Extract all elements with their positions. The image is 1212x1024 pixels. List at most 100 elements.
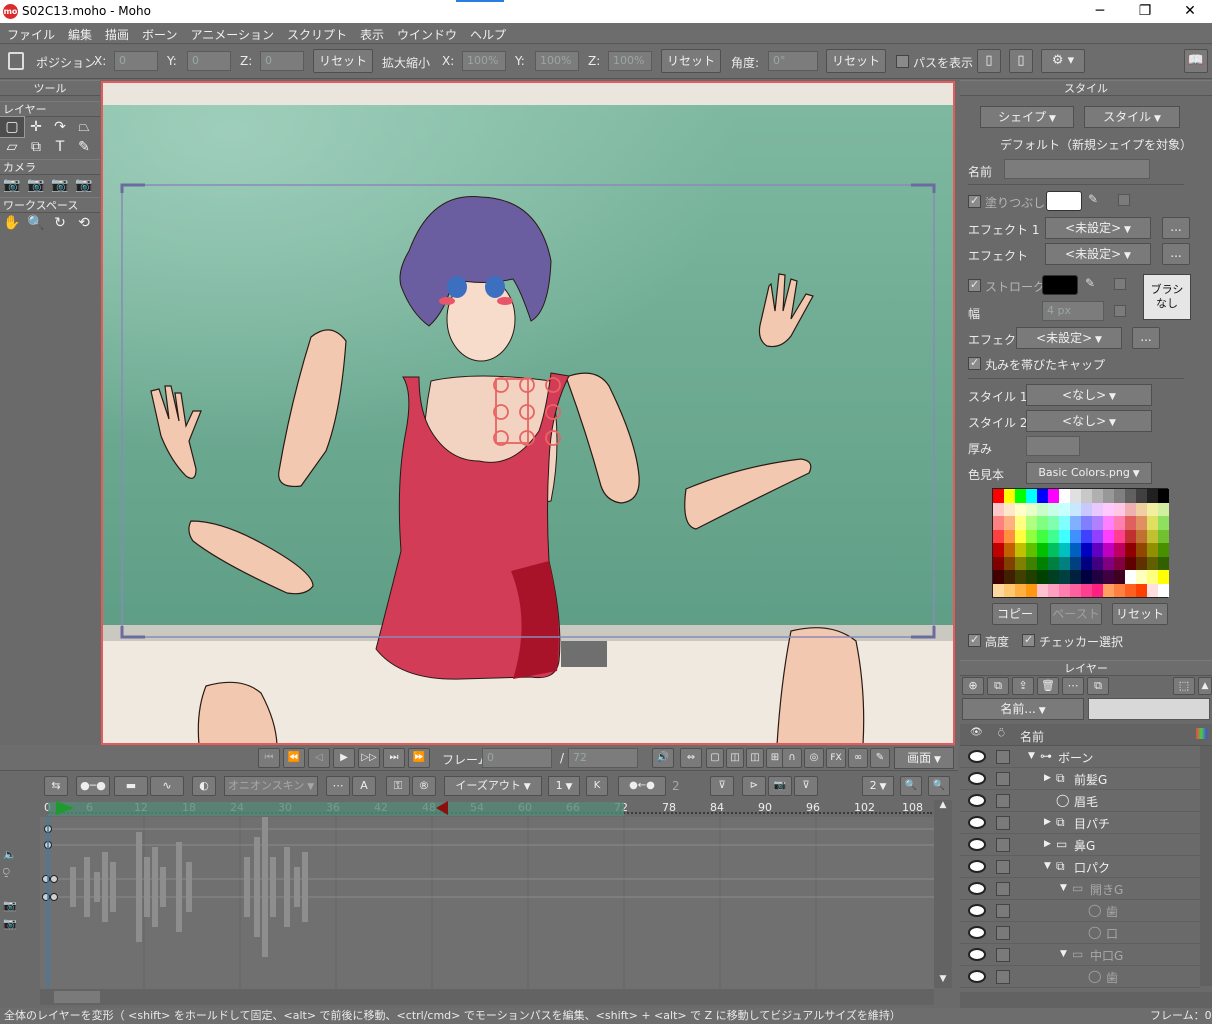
layer-settings-icon[interactable]: ⧉	[1087, 677, 1109, 695]
total-frames-field[interactable]: 72	[568, 748, 638, 768]
palette-swatch[interactable]	[1059, 570, 1070, 584]
sequencer-icon[interactable]: ▬	[114, 776, 148, 796]
split-view-icon[interactable]: ◫	[726, 748, 744, 768]
palette-swatch[interactable]	[1037, 583, 1048, 597]
motion-graph-icon[interactable]: ∿	[150, 776, 184, 796]
palette-swatch[interactable]	[1004, 529, 1015, 543]
layer-select-checkbox[interactable]	[996, 838, 1010, 852]
brush-button[interactable]: ブラシ なし	[1143, 274, 1191, 320]
import-layer-icon[interactable]: ⇪	[1012, 677, 1034, 695]
onion-toggle-icon[interactable]: ◐	[192, 776, 216, 796]
eye-icon[interactable]	[968, 794, 986, 807]
layer-row[interactable]: ▼ ⊶ ボーン	[960, 746, 1200, 768]
eye-icon[interactable]	[968, 970, 986, 983]
palette-swatch[interactable]	[1037, 516, 1048, 530]
flip-vertical-icon[interactable]: ▯	[1009, 49, 1033, 73]
layer-search-dropdown[interactable]: 名前...	[962, 698, 1084, 720]
palette-swatch[interactable]	[1136, 502, 1147, 516]
rotate-layer-tool-icon[interactable]: ↷	[48, 117, 72, 137]
stroke-extra-swatch[interactable]	[1114, 278, 1126, 290]
shear-layer-tool-icon[interactable]: ⏢	[72, 117, 96, 137]
layer-select-checkbox[interactable]	[996, 794, 1010, 808]
palette-swatch[interactable]	[993, 543, 1004, 557]
width-extra-swatch[interactable]	[1114, 305, 1126, 317]
palette-swatch[interactable]	[1147, 529, 1158, 543]
palette-swatch[interactable]	[1125, 570, 1136, 584]
color-palette[interactable]	[992, 488, 1169, 598]
go-end-icon[interactable]: ⏩	[408, 748, 430, 768]
timeline-hscroll-thumb[interactable]	[54, 991, 100, 1003]
palette-swatch[interactable]	[1125, 543, 1136, 557]
palette-swatch[interactable]	[1048, 529, 1059, 543]
palette-swatch[interactable]	[1114, 516, 1125, 530]
palette-swatch[interactable]	[993, 529, 1004, 543]
effect3-more-button[interactable]: ...	[1132, 327, 1160, 349]
palette-swatch[interactable]	[1147, 556, 1158, 570]
palette-swatch[interactable]	[1114, 502, 1125, 516]
palette-swatch[interactable]	[1158, 489, 1169, 503]
layer-select-checkbox[interactable]	[996, 948, 1010, 962]
palette-swatch[interactable]	[1158, 556, 1169, 570]
transform-layer-tool-icon[interactable]: ▢	[0, 116, 25, 138]
palette-swatch[interactable]	[1092, 583, 1103, 597]
round-caps-checkbox[interactable]	[968, 356, 981, 370]
go-start-icon[interactable]: ⏮	[258, 748, 280, 768]
palette-swatch[interactable]	[1147, 570, 1158, 584]
flip-horizontal-icon[interactable]: ▯	[977, 49, 1001, 73]
menu-help[interactable]: ヘルプ	[463, 23, 512, 43]
palette-swatch[interactable]	[993, 570, 1004, 584]
effect1-dropdown[interactable]: <未設定>	[1045, 217, 1151, 239]
style-name-field[interactable]	[1004, 159, 1150, 179]
menu-edit[interactable]: 編集	[61, 23, 98, 43]
key-k-icon[interactable]: K	[586, 776, 608, 796]
palette-swatch[interactable]	[1092, 529, 1103, 543]
palette-swatch[interactable]	[1125, 489, 1136, 503]
palette-swatch[interactable]	[1125, 583, 1136, 597]
zoom-icon[interactable]: 🔍	[24, 213, 48, 233]
palette-swatch[interactable]	[1026, 516, 1037, 530]
effect3-dropdown[interactable]: <未設定>	[1016, 327, 1122, 349]
palette-swatch[interactable]	[1147, 543, 1158, 557]
palette-swatch[interactable]	[1158, 543, 1169, 557]
palette-swatch[interactable]	[1103, 583, 1114, 597]
palette-swatch[interactable]	[1026, 529, 1037, 543]
camera-roll-icon[interactable]: 📷	[48, 175, 72, 195]
palette-swatch[interactable]	[1004, 516, 1015, 530]
effect2-dropdown[interactable]: <未設定>	[1045, 243, 1151, 265]
eye-icon[interactable]	[968, 750, 986, 763]
minimize-button[interactable]: ─	[1080, 2, 1120, 22]
rewind-key-icon[interactable]: ®	[412, 776, 436, 796]
expand-arrow-icon[interactable]: ▶	[1044, 773, 1051, 783]
palette-swatch[interactable]	[1048, 516, 1059, 530]
timeline-hscrollbar[interactable]	[40, 989, 934, 1005]
palette-swatch[interactable]	[1037, 529, 1048, 543]
palette-swatch[interactable]	[1059, 556, 1070, 570]
palette-swatch[interactable]	[1070, 556, 1081, 570]
palette-swatch[interactable]	[1037, 489, 1048, 503]
menu-bone[interactable]: ボーン	[135, 23, 183, 43]
palette-swatch[interactable]	[993, 516, 1004, 530]
palette-swatch[interactable]	[1026, 489, 1037, 503]
eye-icon[interactable]	[968, 948, 986, 961]
position-z-field[interactable]: 0	[260, 51, 304, 71]
zoom-in-icon[interactable]: 🔍	[928, 776, 950, 796]
keyframe-linear-icon[interactable]: ●─●	[76, 776, 110, 796]
palette-swatch[interactable]	[1048, 556, 1059, 570]
eye-icon[interactable]	[968, 772, 986, 785]
next-key-icon[interactable]: ⏭	[383, 748, 405, 768]
effect1-more-button[interactable]: ...	[1162, 217, 1190, 239]
expand-arrow-icon[interactable]: ▶	[1044, 817, 1051, 827]
library-icon[interactable]: 📖	[1184, 49, 1208, 73]
align-keys-icon[interactable]: A	[352, 776, 376, 796]
palette-swatch[interactable]	[1026, 556, 1037, 570]
close-button[interactable]: ✕	[1170, 2, 1210, 22]
eye-icon[interactable]	[968, 838, 986, 851]
palette-swatch[interactable]	[1015, 489, 1026, 503]
layer-select-checkbox[interactable]	[996, 860, 1010, 874]
menu-script[interactable]: スクリプト	[280, 23, 353, 43]
palette-swatch[interactable]	[1004, 543, 1015, 557]
eye-icon[interactable]	[968, 816, 986, 829]
palette-swatch[interactable]	[1081, 489, 1092, 503]
canvas[interactable]	[101, 81, 955, 745]
brush-toggle-icon[interactable]: ✎	[870, 748, 890, 768]
